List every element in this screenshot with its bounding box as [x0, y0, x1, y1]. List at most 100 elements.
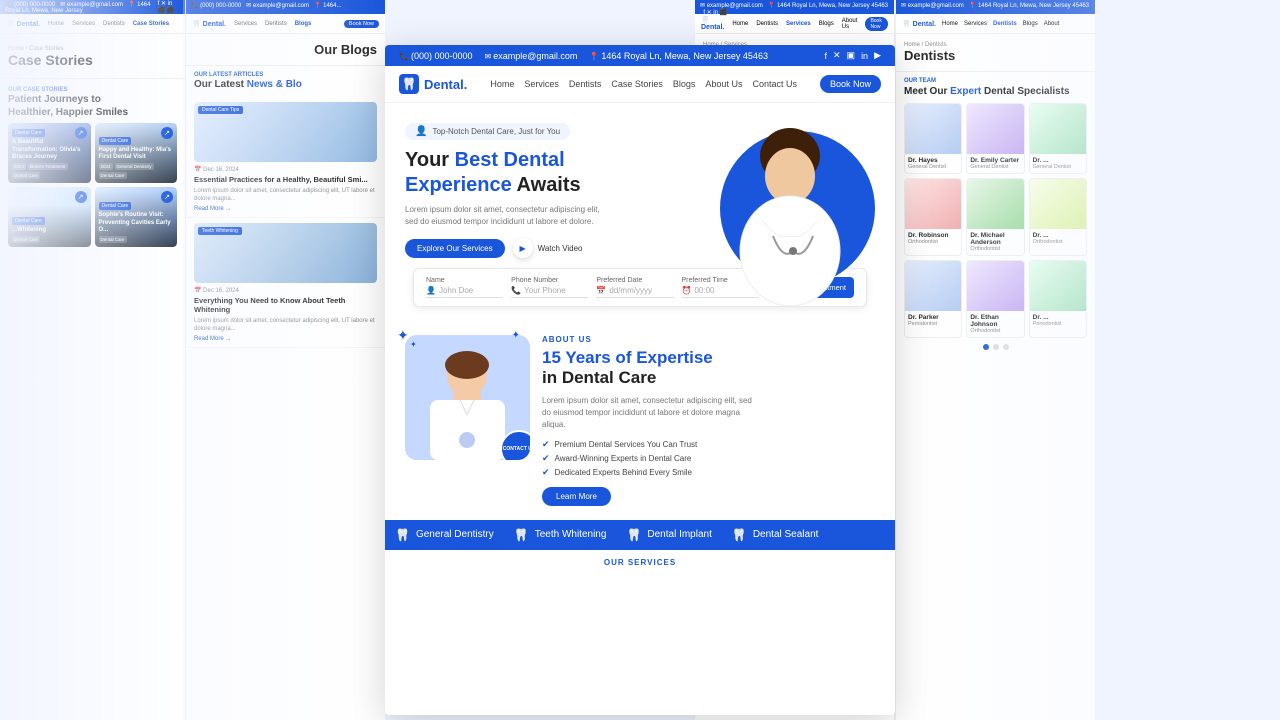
main-panel: 📞(000) 000-0000 ✉example@gmail.com 📍1464… [385, 45, 895, 715]
blog-card-2-img: Teeth Whitening [194, 223, 377, 283]
tooth-icon-4: 🦷 [732, 528, 747, 542]
play-icon: ▶ [513, 238, 533, 258]
tooth-icon-2: 🦷 [514, 528, 529, 542]
dentists-panel: ✉ example@gmail.com 📍 1464 Royal Ln, Mew… [895, 0, 1095, 720]
check-icon-1: ✔ [542, 439, 550, 450]
youtube-icon[interactable]: ▶ [874, 50, 881, 61]
dentist-card-3[interactable]: Dr. ... General Dentist [1029, 103, 1087, 174]
blogs-panel: 📞 (000) 000-0000 ✉ example@gmail.com 📍 1… [185, 0, 385, 720]
ticker-item-1: 🦷 General Dentistry [395, 528, 494, 542]
linkedin-icon[interactable]: in [861, 51, 868, 61]
case-nav: 🦷 Dental. HomeServicesDentistsCase Stori… [0, 14, 185, 34]
dentist-card-4[interactable]: Dr. Robinson Orthodontist [904, 178, 962, 256]
facebook-icon[interactable]: f [824, 51, 827, 61]
carousel-dots [896, 338, 1095, 356]
check-icon-2: ✔ [542, 453, 550, 464]
dentist-card-1[interactable]: Dr. Hayes General Dentist [904, 103, 962, 174]
dentist-card-9[interactable]: Dr. ... Periodontist [1029, 260, 1087, 338]
case-grid: Dental Care A Beautiful Transformation: … [0, 123, 185, 247]
dentists-hero-section: Home / Dentists Dentists [896, 34, 1095, 72]
blogs-section: OUR LATEST ARTICLES Our Latest News & Bl… [186, 66, 385, 97]
nav-links: Home Services Dentists Case Stories Blog… [490, 79, 797, 89]
doctor-image [705, 121, 875, 306]
blogs-top-bar: 📞 (000) 000-0000 ✉ example@gmail.com 📍 1… [186, 0, 385, 14]
learn-more-btn[interactable]: Learn More [542, 487, 611, 506]
hero-text: 👤 Top-Notch Dental Care, Just for You Yo… [405, 121, 695, 268]
phone-icon: 📞 [511, 286, 521, 295]
about-image: CONTACT US [405, 335, 530, 460]
ticker-item-3: 🦷 Dental Implant [626, 528, 711, 542]
dentist-card-2[interactable]: Dr. Emily Carter General Dentist [966, 103, 1024, 174]
nav-contact[interactable]: Contact Us [752, 79, 797, 89]
tooth-icon-1: 🦷 [395, 528, 410, 542]
ticker-item-2: 🦷 Teeth Whitening [514, 528, 607, 542]
blog-card-1-img: Dental Care Tips [194, 102, 377, 162]
nav-home[interactable]: Home [490, 79, 514, 89]
dentist-card-5[interactable]: Dr. Michael Anderson Orthodontist [966, 178, 1024, 256]
hero-desc: Lorem ipsum dolor sit amet, consectetur … [405, 204, 605, 228]
dentists-grid: Dr. Hayes General Dentist Dr. Emily Cart… [896, 103, 1095, 338]
case-card-3[interactable]: Dental Care ...Whitening Dental Care ↗ [8, 187, 91, 247]
dentists-top-bar: ✉ example@gmail.com 📍 1464 Royal Ln, Mew… [896, 0, 1095, 14]
star-icon-3: ✦ [512, 330, 520, 341]
nav-about[interactable]: About Us [705, 79, 742, 89]
nav-logo: 🦷 Dental. [399, 74, 467, 94]
blog-card-1[interactable]: Dental Care Tips 📅 Dec 16, 2024 Essentia… [186, 97, 385, 218]
about-image-area: CONTACT US ✦ ✦ ✦ [405, 335, 530, 460]
dentist-card-8[interactable]: Dr. Ethan Johnson Orthodontist [966, 260, 1024, 338]
about-title: 15 Years of Expertise in Dental Care [542, 348, 875, 389]
hero-title: Your Best Dental Experience Awaits [405, 148, 685, 198]
dot-2[interactable] [993, 344, 999, 350]
blog-2-read-more[interactable]: Read More → [194, 336, 377, 342]
case-card-1[interactable]: Dental Care A Beautiful Transformation: … [8, 123, 91, 183]
about-text: ABOUT US 15 Years of Expertise in Dental… [542, 335, 875, 506]
case-card-arrow-3[interactable]: ↗ [75, 191, 87, 203]
case-card-2[interactable]: Dental Care Happy and Healthy: Mia's Fir… [95, 123, 178, 183]
tooth-icon-3: 🦷 [626, 528, 641, 542]
phone-field: Phone Number 📞 Your Phone [511, 277, 588, 298]
case-card-arrow-1[interactable]: ↗ [75, 127, 87, 139]
dentists-page-title: Dentists [904, 48, 1087, 63]
blogs-nav: 🦷 Dental. ServicesDentistsBlogs Book Now [186, 14, 385, 34]
case-stories-panel: 📞 (000) 000-0000 ✉ example@gmail.com 📍 1… [0, 0, 185, 720]
badge-icon: 👤 [415, 126, 427, 137]
twitter-icon[interactable]: ✕ [833, 50, 841, 61]
dentist-card-6[interactable]: Dr. ... Orthodontist [1029, 178, 1087, 256]
case-card-4[interactable]: Dental Care Sophie's Routine Visit: Prev… [95, 187, 178, 247]
check-icon-3: ✔ [542, 467, 550, 478]
blogs-hero: Our Blogs [186, 34, 385, 66]
case-card-arrow-4[interactable]: ↗ [161, 191, 173, 203]
case-top-bar: 📞 (000) 000-0000 ✉ example@gmail.com 📍 1… [0, 0, 185, 14]
hero-section: 👤 Top-Notch Dental Care, Just for You Yo… [385, 103, 895, 321]
ticker-content: 🦷 General Dentistry 🦷 Teeth Whitening 🦷 … [385, 528, 895, 542]
person-icon: 👤 [426, 286, 436, 295]
instagram-icon[interactable]: ▣ [847, 50, 856, 61]
explore-btn[interactable]: Explore Our Services [405, 239, 505, 258]
nav-case-stories[interactable]: Case Stories [611, 79, 663, 89]
services-nav: 🦷 Dental. HomeDentistsServicesBlogsAbout… [695, 14, 894, 34]
nav-blogs[interactable]: Blogs [673, 79, 696, 89]
nav-services[interactable]: Services [524, 79, 559, 89]
dot-3[interactable] [1003, 344, 1009, 350]
nav-book-btn[interactable]: Book Now [820, 75, 881, 93]
dentist-card-7[interactable]: Dr. Parker Periodontist [904, 260, 962, 338]
name-field: Name 👤 John Doe [426, 277, 503, 298]
our-services-label: OUR SERVICES [385, 550, 895, 575]
blog-card-2[interactable]: Teeth Whitening 📅 Dec 16, 2024 Everythin… [186, 218, 385, 348]
main-nav: 🦷 Dental. Home Services Dentists Case St… [385, 66, 895, 103]
clock-icon: ⏰ [682, 286, 692, 295]
case-logo: 🦷 Dental. [6, 20, 40, 28]
nav-dentists[interactable]: Dentists [569, 79, 602, 89]
blog-1-read-more[interactable]: Read More → [194, 206, 377, 212]
dentists-nav: 🦷 Dental. HomeServicesDentistsBlogsAbout [896, 14, 1095, 34]
services-ticker: 🦷 General Dentistry 🦷 Teeth Whitening 🦷 … [385, 520, 895, 550]
watch-btn[interactable]: ▶ Watch Video [513, 238, 583, 258]
case-stories-title: Case Stories [8, 52, 177, 68]
logo-icon: 🦷 [399, 74, 419, 94]
top-bar-contact: 📞(000) 000-0000 ✉example@gmail.com 📍1464… [399, 51, 768, 61]
star-icon-2: ✦ [410, 340, 417, 349]
blogs-title: Our Blogs [194, 42, 377, 57]
case-card-arrow-2[interactable]: ↗ [161, 127, 173, 139]
top-bar-social: f ✕ ▣ in ▶ [824, 50, 881, 61]
dot-1[interactable] [983, 344, 989, 350]
